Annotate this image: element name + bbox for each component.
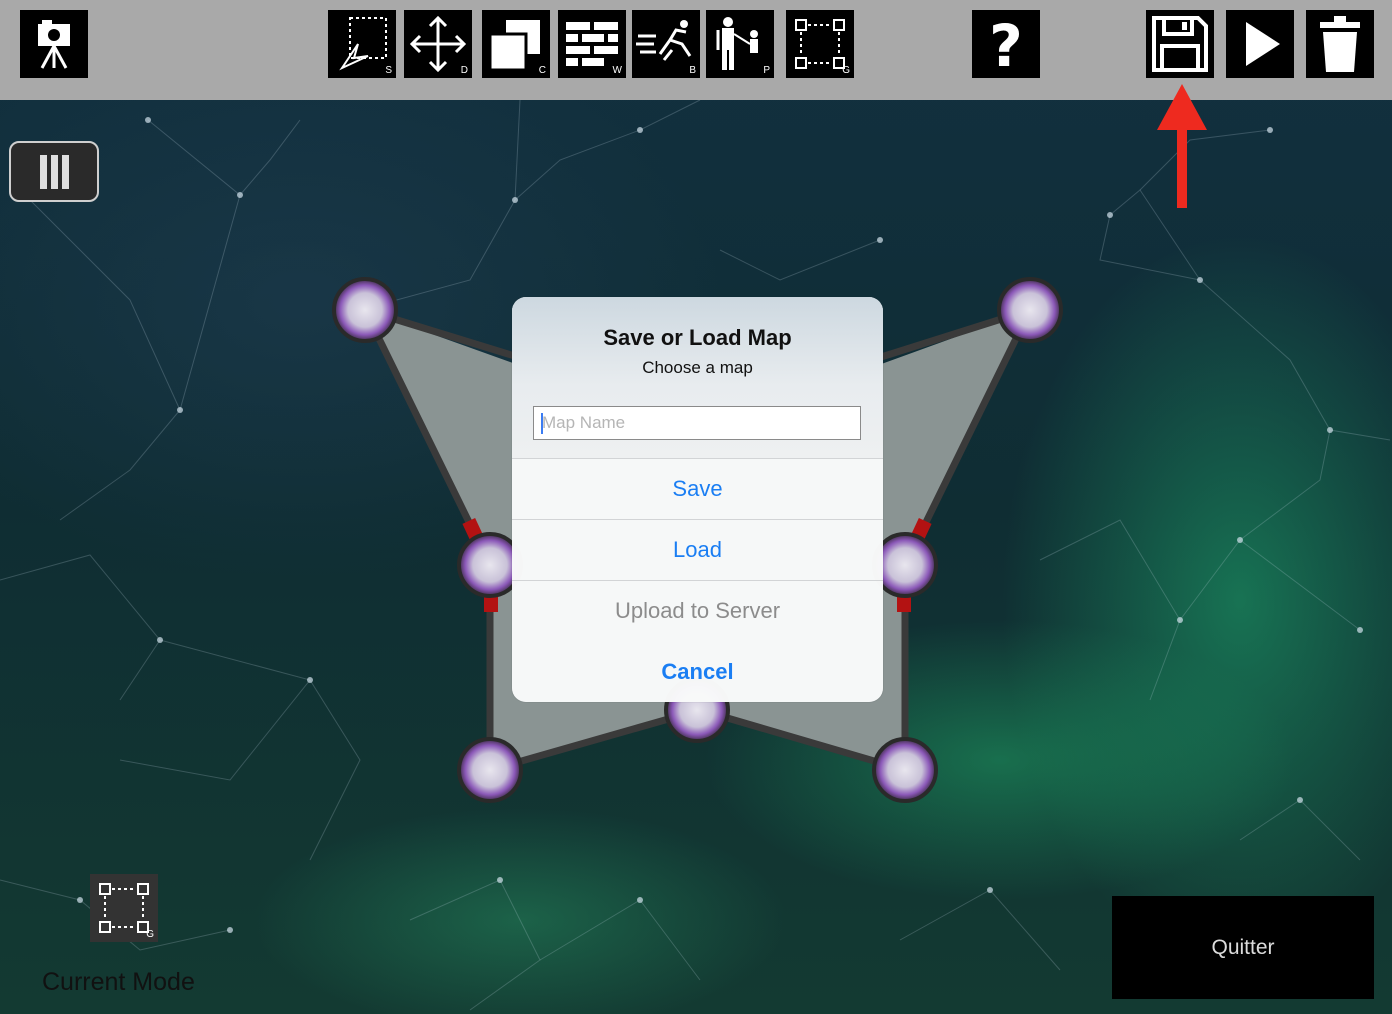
person-mode-button[interactable]: P (706, 10, 774, 78)
wall-mode-button[interactable]: W (558, 10, 626, 78)
play-icon (1246, 22, 1280, 66)
menu-bars-icon (40, 155, 69, 189)
save-disk-icon (1152, 16, 1208, 72)
svg-text:?: ? (989, 12, 1023, 78)
group-mode-button[interactable]: G (786, 10, 854, 78)
quit-button[interactable]: Quitter (1112, 896, 1374, 999)
current-mode-label: Current Mode (42, 968, 195, 996)
camera-tripod-icon (38, 20, 70, 69)
help-icon: ? (989, 12, 1023, 78)
load-button[interactable]: Load (512, 519, 883, 580)
dialog-message: Choose a map (642, 358, 753, 377)
runner-key-label: B (689, 65, 696, 76)
camera-button[interactable] (20, 10, 88, 78)
select-key-label: S (385, 65, 392, 76)
trash-icon (1320, 16, 1360, 72)
copy-mode-button[interactable]: C (482, 10, 550, 78)
upload-to-server-button[interactable]: Upload to Server (512, 580, 883, 641)
select-mode-button[interactable]: S (328, 10, 396, 78)
copy-key-label: C (538, 65, 546, 76)
delete-button[interactable] (1306, 10, 1374, 78)
annotation-arrow (1157, 84, 1207, 208)
dialog-title: Save or Load Map (603, 325, 792, 350)
dialog-header: Save or Load Map Choose a map (512, 297, 883, 458)
save-load-button[interactable] (1146, 10, 1214, 78)
person-key-label: P (763, 65, 770, 76)
current-mode-key: G (146, 929, 154, 940)
move-mode-button[interactable]: D (404, 10, 472, 78)
help-button[interactable]: ? (972, 10, 1040, 78)
move-key-label: D (460, 65, 468, 76)
runner-mode-button[interactable]: B (632, 10, 700, 78)
side-menu-button[interactable] (9, 141, 99, 202)
current-mode-indicator: G (90, 874, 158, 942)
play-button[interactable] (1226, 10, 1294, 78)
text-caret (541, 413, 543, 434)
wall-key-label: W (612, 65, 622, 76)
cancel-button[interactable]: Cancel (512, 641, 883, 702)
save-button[interactable]: Save (512, 458, 883, 519)
map-name-input[interactable] (533, 406, 861, 440)
group-key-label: G (842, 65, 850, 76)
save-load-dialog: Save or Load Map Choose a map Save Load … (512, 297, 883, 702)
